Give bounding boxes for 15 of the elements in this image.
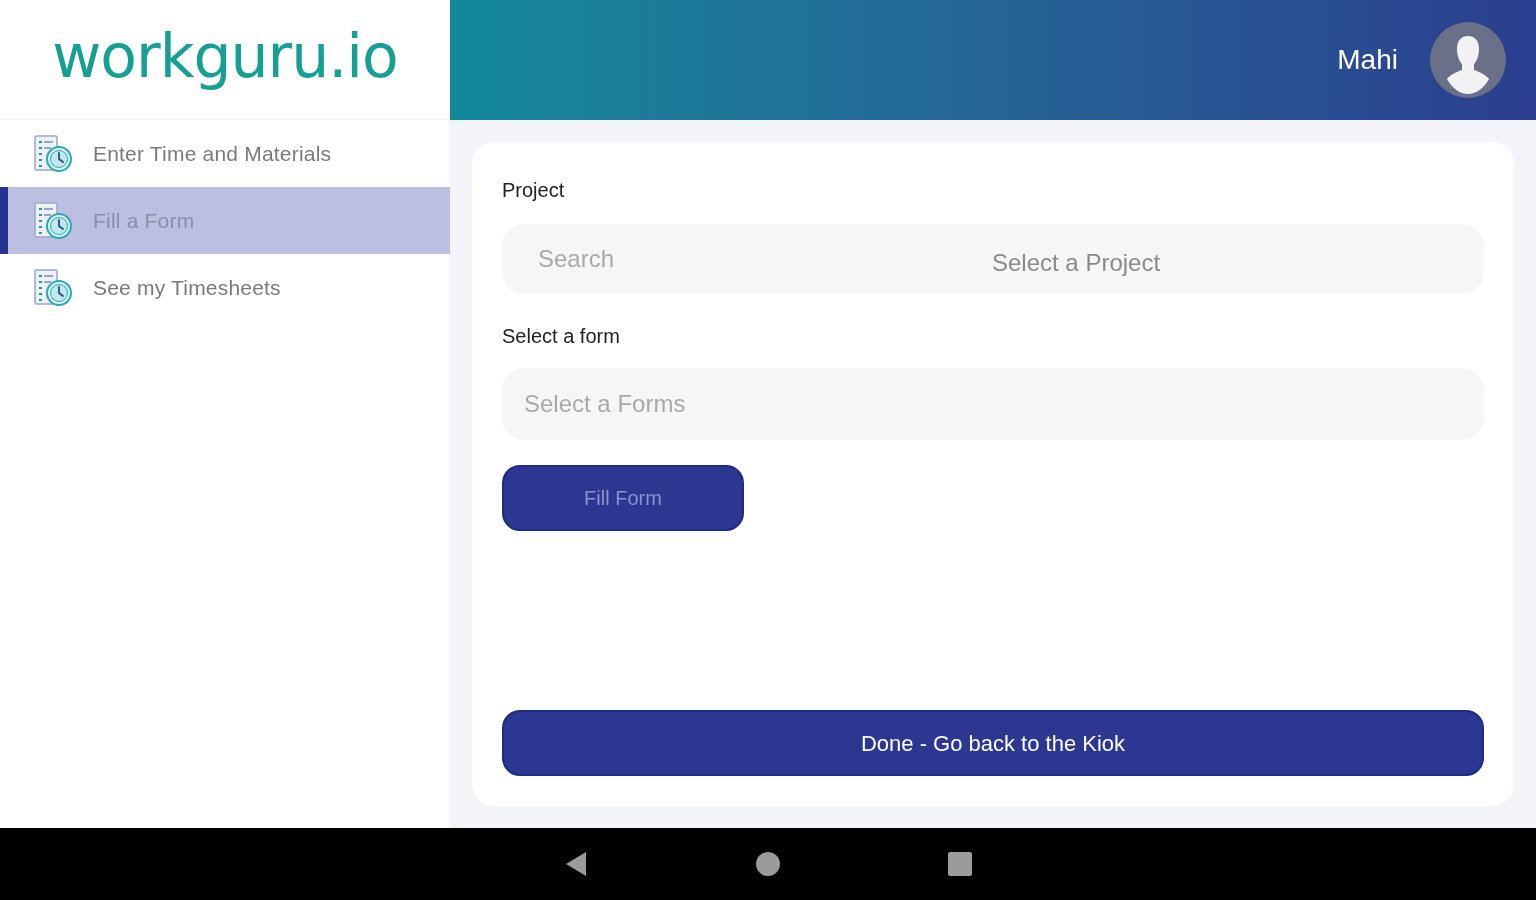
field-label: Project	[502, 178, 565, 202]
avatar-icon[interactable]	[1430, 22, 1506, 98]
form-select-field[interactable]: Select a Forms	[502, 368, 1484, 440]
search-field[interactable]: Search	[538, 241, 628, 277]
home-icon[interactable]	[756, 852, 780, 876]
select-prompt: Select a Project	[992, 248, 1161, 278]
logo: workguru.io	[52, 22, 398, 89]
project-select-field[interactable]: Search Select a Project	[502, 224, 1484, 294]
back-icon[interactable]	[564, 851, 588, 877]
document-clock-icon	[33, 133, 73, 174]
user-name: Mahi	[1337, 43, 1398, 77]
document-clock-icon	[33, 267, 73, 308]
field-label: Select a form	[502, 324, 620, 348]
done-button[interactable]: Done - Go back to the Kiok	[502, 710, 1484, 776]
document-clock-icon	[33, 200, 73, 241]
